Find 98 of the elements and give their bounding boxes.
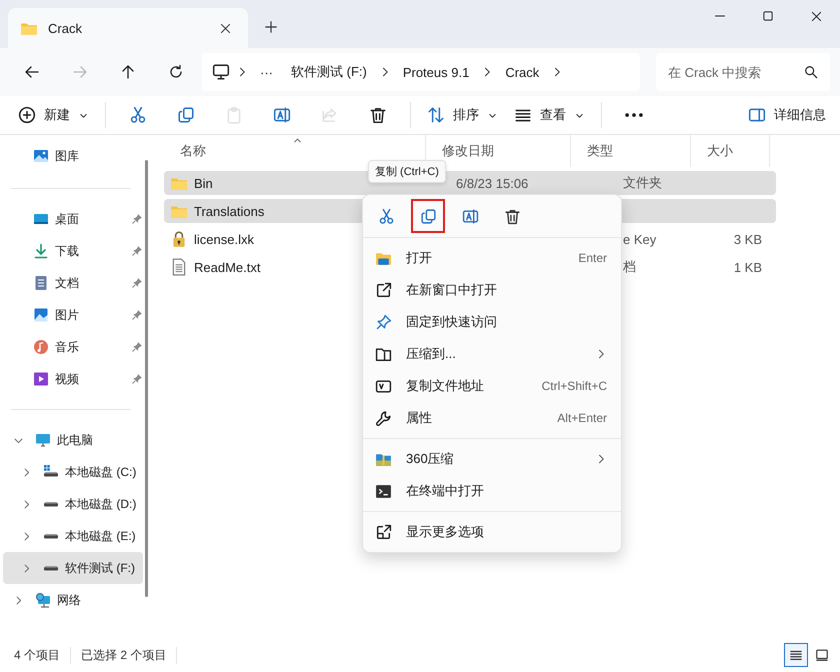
ellipsis-icon [625, 112, 643, 118]
music-note-icon [33, 339, 49, 355]
window-tab[interactable]: Crack [8, 8, 248, 48]
sidebar-item[interactable]: 桌面 [3, 203, 143, 235]
tree-item[interactable]: 本地磁盘 (E:) [3, 520, 143, 552]
forward-arrow-icon [72, 64, 88, 80]
details-view-icon [789, 648, 803, 662]
network-icon [35, 592, 51, 608]
maximize-icon [762, 10, 774, 22]
rename-icon [273, 106, 291, 124]
expand-window-icon [375, 524, 392, 540]
menu-item[interactable]: 压缩到... [363, 338, 621, 370]
menu-item[interactable]: 固定到快速访问 [363, 306, 621, 338]
picture-icon [33, 307, 49, 323]
search-icon [804, 65, 818, 79]
tree-item[interactable]: 本地磁盘 (D:) [3, 488, 143, 520]
tiles-view-icon [815, 648, 829, 662]
copy-icon [420, 208, 436, 224]
refresh-icon [168, 64, 184, 80]
pin-icon [375, 314, 392, 330]
sidebar-item[interactable]: 图库 [3, 140, 143, 172]
text-file-icon [170, 258, 188, 276]
tooltip: 复制 (Ctrl+C) [368, 160, 446, 183]
size-cell: 3 KB [734, 232, 762, 246]
shortcut-label: Enter [578, 251, 607, 265]
trash-icon [504, 208, 520, 224]
sort-button[interactable]: 排序 [419, 99, 506, 131]
trash-icon [369, 106, 387, 124]
copy-button[interactable] [411, 199, 445, 233]
tree-item[interactable]: 网络 [3, 584, 143, 616]
search-field[interactable]: 在 Crack 中搜索 [656, 53, 830, 91]
view-button[interactable]: 查看 [506, 99, 593, 131]
external-link-icon [375, 282, 392, 298]
column-header[interactable]: 大小 [691, 135, 770, 167]
desktop-icon [33, 211, 49, 227]
menu-item[interactable]: 属性 Alt+Enter [363, 402, 621, 434]
rename-icon [462, 208, 478, 224]
breadcrumb[interactable]: Crack [499, 60, 546, 84]
breadcrumb[interactable]: 软件测试 (F:) [285, 59, 373, 85]
terminal-icon [375, 482, 392, 500]
tree-item[interactable]: 软件测试 (F:) [3, 552, 143, 584]
close-icon [810, 10, 822, 22]
share-icon [321, 106, 339, 124]
file-name[interactable]: license.lxk [194, 232, 254, 246]
scissors-icon [378, 208, 394, 224]
menu-item[interactable]: 在新窗口中打开 [363, 274, 621, 306]
sidebar-item[interactable]: 文档 [3, 267, 143, 299]
type-cell: e Key [623, 232, 656, 246]
type-cell: 文件夹 [623, 175, 662, 190]
date-cell: 6/8/23 15:06 [456, 176, 528, 190]
plus-circle-icon [18, 106, 36, 124]
wrench-icon [375, 410, 392, 426]
zipped-folder-icon [375, 346, 392, 362]
path-copy-icon [375, 378, 392, 394]
type-cell: 档 [623, 259, 636, 274]
new-button[interactable]: 新建 [10, 99, 97, 131]
video-icon [33, 371, 49, 387]
sidebar-item[interactable]: 视频 [3, 363, 143, 395]
document-icon [33, 275, 49, 291]
file-name[interactable]: Bin [194, 176, 213, 190]
side-panel-icon [748, 106, 766, 124]
menu-item[interactable]: 打开 Enter [363, 242, 621, 274]
tree-item[interactable]: 本地磁盘 (C:) [3, 456, 143, 488]
tree-item[interactable]: 此电脑 [3, 424, 143, 456]
address-bar[interactable]: ··· 软件测试 (F:) Proteus 9.1 Crack [202, 53, 640, 91]
back-arrow-icon [24, 64, 40, 80]
selection-count: 已选择 2 个项目 [81, 646, 178, 664]
details-view-button[interactable] [784, 643, 808, 667]
sidebar-item[interactable]: 音乐 [3, 331, 143, 363]
sidebar-item[interactable]: 下载 [3, 235, 143, 267]
up-arrow-icon [120, 64, 136, 80]
breadcrumb[interactable]: Proteus 9.1 [396, 60, 476, 84]
size-cell: 1 KB [734, 260, 762, 274]
menu-item[interactable]: 复制文件地址 Ctrl+Shift+C [363, 370, 621, 402]
breadcrumb-overflow[interactable]: ··· [254, 60, 279, 84]
sort-arrows-icon [427, 106, 445, 124]
column-header[interactable]: 类型 [571, 135, 691, 167]
details-button[interactable]: 详细信息 [740, 99, 834, 131]
scrollbar[interactable] [145, 160, 148, 597]
monitor-icon [35, 432, 51, 448]
tab-title: Crack [48, 20, 83, 36]
plus-icon [264, 20, 278, 34]
menu-item[interactable]: 显示更多选项 [363, 516, 621, 548]
monitor-icon [212, 63, 230, 81]
item-count: 4 个项目 [14, 646, 72, 664]
file-name[interactable]: ReadMe.txt [194, 260, 260, 274]
gallery-icon [33, 148, 49, 164]
download-arrow-icon [33, 243, 49, 259]
scissors-icon [129, 106, 147, 124]
menu-item[interactable]: 在终端中打开 [363, 475, 621, 507]
close-icon [219, 22, 232, 34]
file-name[interactable]: Translations [194, 204, 264, 218]
shortcut-label: Alt+Enter [557, 411, 607, 425]
menu-item[interactable]: 360压缩 [363, 443, 621, 475]
shortcut-label: Ctrl+Shift+C [542, 379, 607, 393]
copy-icon [177, 106, 195, 124]
sidebar-item[interactable]: 图片 [3, 299, 143, 331]
clipboard-icon [225, 106, 243, 124]
